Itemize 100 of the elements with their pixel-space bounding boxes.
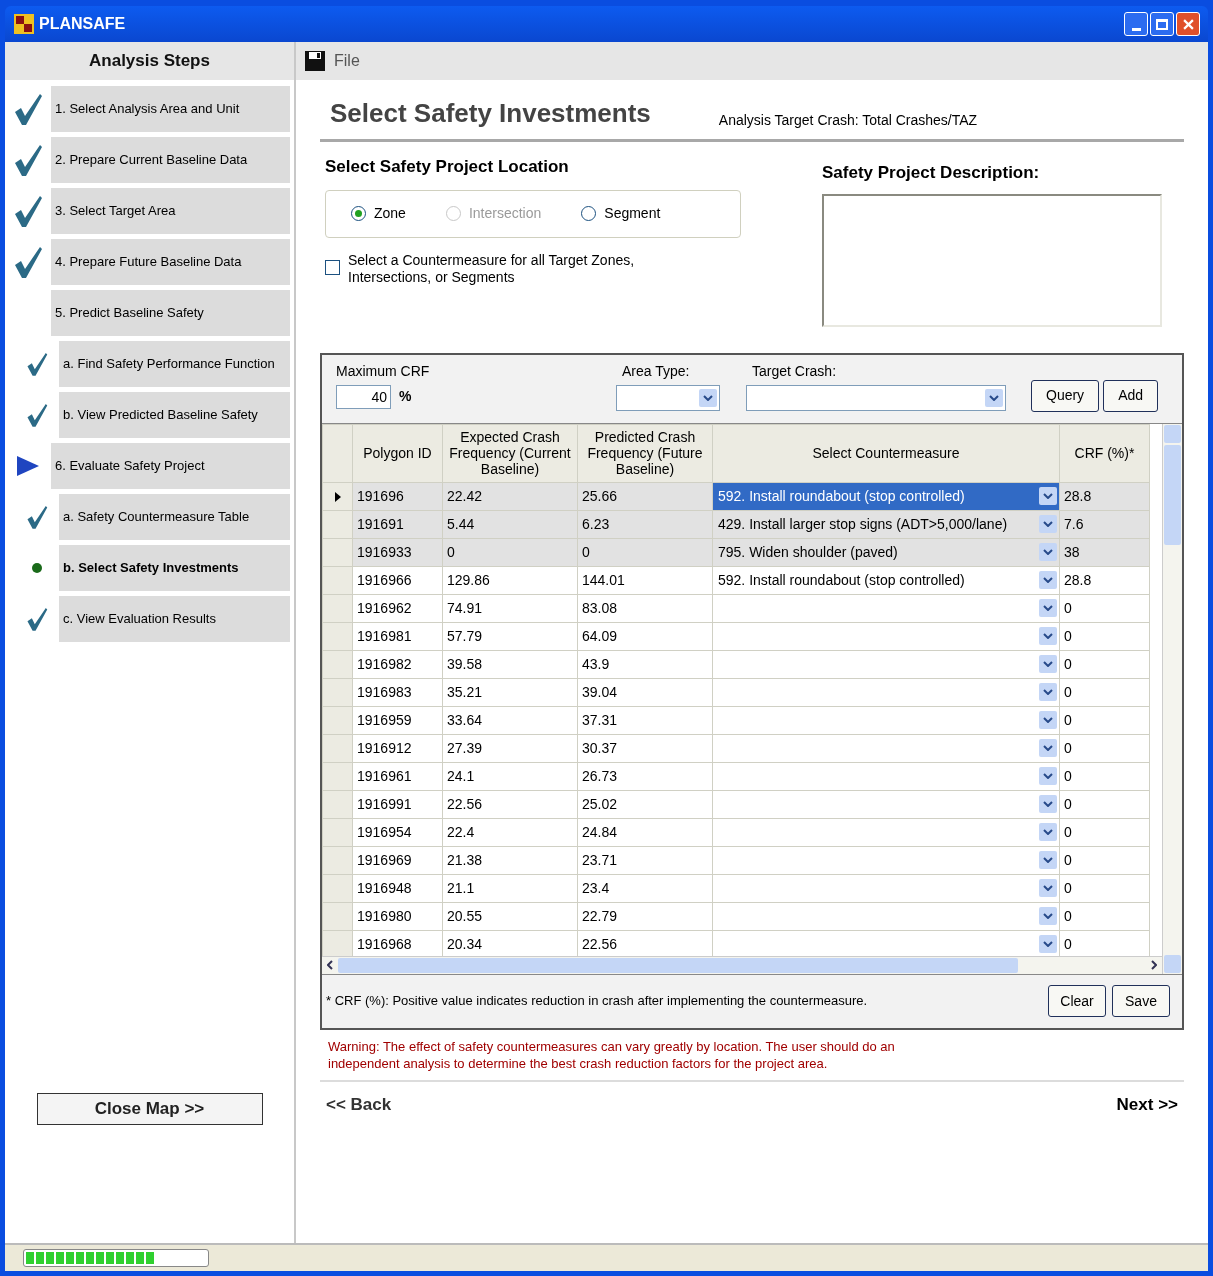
column-header[interactable]: CRF (%)* [1059,424,1150,482]
table-cell: 24.1 [442,762,578,790]
query-panel-button[interactable]: Add [1103,379,1159,412]
table-cell: 0 [1059,846,1150,874]
current-row-icon [334,491,341,502]
table-button[interactable]: Save [1112,985,1170,1017]
target-crash-text: Analysis Target Crash: Total Crashes/TAZ [718,111,978,130]
file-menu[interactable]: File [334,49,360,73]
table-cell: 1916969 [352,846,443,874]
table-cell: 1916912 [352,734,443,762]
row-header[interactable] [322,482,353,510]
dropdown-caret-icon[interactable] [1039,907,1057,925]
table-cell: 22.42 [442,482,578,510]
checkbox-label: Select a Countermeasure for all Target Zones, Intersections, or Segments [348,251,636,286]
dropdown-caret-icon[interactable] [1039,655,1057,673]
table-cell: 1916991 [352,790,443,818]
table-cell: 20.55 [442,902,578,930]
app-logo-icon [13,13,35,35]
table-cell: 28.8 [1059,482,1150,510]
table-cell: 35.21 [442,678,578,706]
dropdown-caret-icon[interactable] [1039,935,1057,953]
table-cell: 0 [1059,874,1150,902]
description-field[interactable] [822,193,1162,327]
table-cell: 39.04 [577,678,713,706]
dropdown-caret-icon[interactable] [699,388,717,407]
countermeasure-dropdown[interactable]: 429. Install larger stop signs (ADT>5,000/lane) [713,510,1059,538]
dropdown-caret-icon[interactable] [1039,711,1057,729]
max-crf-field[interactable]: 40 [336,384,391,409]
column-header[interactable]: Predicted Crash Frequency (Future Baseline) [577,424,713,482]
step-item[interactable]: 4. Prepare Future Baseline Data [51,239,290,285]
close-icon[interactable] [1182,18,1194,30]
column-header[interactable]: Select Countermeasure [712,424,1060,482]
scroll-left-icon[interactable] [327,960,333,970]
back-button[interactable]: << Back [326,1091,392,1117]
countermeasure-dropdown[interactable]: 592. Install roundabout (stop controlled) [713,566,1059,594]
dropdown-caret-icon[interactable] [1039,487,1057,505]
table-cell: 7.6 [1059,510,1150,538]
countermeasure-dropdown[interactable]: 592. Install roundabout (stop controlled) [713,482,1059,510]
step-item[interactable]: 5. Predict Baseline Safety [51,290,290,336]
table-cell: 64.09 [577,622,713,650]
dropdown-caret-icon[interactable] [1039,599,1057,617]
table-cell: 33.64 [442,706,578,734]
step-item[interactable]: 1. Select Analysis Area and Unit [51,86,290,132]
table-cell: 0 [1059,818,1150,846]
column-header[interactable]: Expected Crash Frequency (Current Baseline) [442,424,578,482]
column-header[interactable]: Polygon ID [352,424,443,482]
dropdown-caret-icon[interactable] [1039,823,1057,841]
dropdown-caret-icon[interactable] [1039,627,1057,645]
vertical-scrollbar[interactable] [1162,423,1182,974]
dropdown-caret-icon[interactable] [985,388,1003,407]
table-cell: 0 [1059,790,1150,818]
table-cell: 28.8 [1059,566,1150,594]
table-cell: 1916954 [352,818,443,846]
dropdown-caret-icon[interactable] [1039,571,1057,589]
step-item[interactable]: 6. Evaluate Safety Project [51,443,290,489]
table-cell: 1916962 [352,594,443,622]
checkbox[interactable] [325,259,340,275]
table-cell: 1916959 [352,706,443,734]
section-title: Select Safety Project Location [325,156,570,178]
page-title: Select Safety Investments [330,97,651,130]
step-item[interactable]: a. Find Safety Performance Function [59,341,290,387]
radio-button[interactable] [581,206,597,221]
table-button[interactable]: Clear [1048,985,1106,1017]
dropdown-caret-icon[interactable] [1039,795,1057,813]
step-item[interactable]: b. View Predicted Baseline Safety [59,392,290,438]
table-cell: 22.79 [577,902,713,930]
close-map-button[interactable]: Close Map >> [36,1093,263,1125]
table-cell: 0 [1059,650,1150,678]
table-cell: 0 [1059,762,1150,790]
radio-button[interactable] [351,206,366,221]
dropdown-caret-icon[interactable] [1039,767,1057,785]
dropdown-caret-icon[interactable] [1039,739,1057,757]
next-button[interactable]: Next >> [1116,1091,1178,1117]
table-cell: 83.08 [577,594,713,622]
table-cell: 0 [1059,594,1150,622]
table-cell: 0 [1059,902,1150,930]
dropdown-caret-icon[interactable] [1039,683,1057,701]
table-cell: 27.39 [442,734,578,762]
percent-label: % [399,387,412,406]
dropdown-caret-icon[interactable] [1039,879,1057,897]
table-cell: 57.79 [442,622,578,650]
table-cell: 23.4 [577,874,713,902]
field-label: Maximum CRF [336,361,431,381]
dropdown-caret-icon[interactable] [1039,543,1057,561]
step-item[interactable]: c. View Evaluation Results [59,596,290,642]
step-item[interactable]: 3. Select Target Area [51,188,290,234]
countermeasure-dropdown[interactable]: 795. Widen shoulder (paved) [713,538,1059,566]
scroll-right-icon[interactable] [1151,960,1157,970]
minimize-button[interactable] [1124,12,1148,36]
close-button[interactable] [1176,12,1200,36]
step-item[interactable]: b. Select Safety Investments [59,545,290,591]
step-item[interactable]: 2. Prepare Current Baseline Data [51,137,290,183]
table-cell: 1916966 [352,566,443,594]
table-cell: 191691 [352,510,443,538]
maximize-button[interactable] [1150,12,1174,36]
dropdown-caret-icon[interactable] [1039,851,1057,869]
query-panel-button[interactable]: Query [1031,379,1100,412]
step-item[interactable]: a. Safety Countermeasure Table [59,494,290,540]
footnote-text: * CRF (%): Positive value indicates reduction in crash after implementing the countermeasure. [326,992,869,1011]
dropdown-caret-icon[interactable] [1039,515,1057,533]
